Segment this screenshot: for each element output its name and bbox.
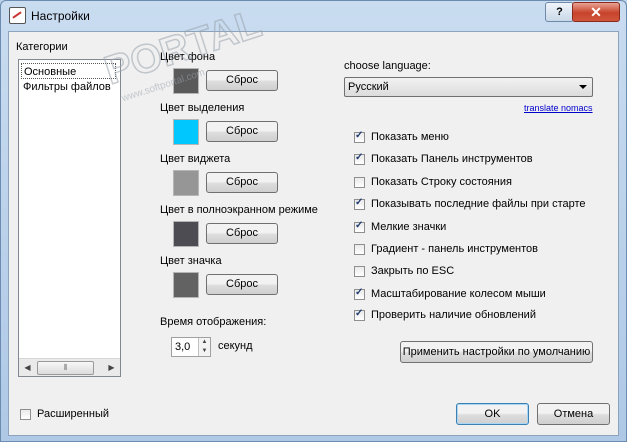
background-color-swatch[interactable]	[173, 68, 199, 94]
spin-down-icon[interactable]: ▼	[198, 347, 210, 356]
dialog-body: Категории Основные Фильтры файлов ◀ ⦀ ▶ …	[8, 31, 619, 436]
widget-color-label: Цвет виджета	[160, 153, 231, 165]
icon-color-swatch[interactable]	[173, 272, 199, 298]
display-time-unit: секунд	[218, 340, 253, 352]
title-bar[interactable]: Настройки ? ✕	[1, 1, 626, 31]
translate-link[interactable]: translate nomacs	[524, 103, 593, 113]
option-label: Показать меню	[371, 131, 449, 143]
chevron-down-icon	[579, 85, 587, 89]
language-label: choose language:	[344, 60, 431, 72]
highlight-color-reset-button[interactable]: Сброс	[206, 121, 278, 142]
background-color-label: Цвет фона	[160, 51, 216, 63]
option-label: Масштабирование колесом мыши	[371, 288, 546, 300]
scroll-right-icon[interactable]: ▶	[104, 360, 119, 375]
checkbox[interactable]	[354, 152, 365, 165]
widget-color-swatch[interactable]	[173, 170, 199, 196]
option-label: Градиент - панель инструментов	[371, 243, 539, 255]
horizontal-scrollbar[interactable]: ◀ ⦀ ▶	[19, 358, 120, 376]
widget-color-reset-button[interactable]: Сброс	[206, 172, 278, 193]
icon-color-reset-button[interactable]: Сброс	[206, 274, 278, 295]
language-select[interactable]: Русский	[344, 77, 593, 97]
checkbox[interactable]	[354, 130, 365, 143]
category-item-file-filters[interactable]: Фильтры файлов	[21, 79, 120, 95]
fullscreen-color-label: Цвет в полноэкранном режиме	[160, 204, 318, 216]
option-label: Проверить наличие обновлений	[371, 309, 536, 321]
display-time-value[interactable]: 3,0	[175, 341, 190, 353]
checkbox[interactable]	[20, 409, 31, 420]
cancel-button[interactable]: Отмена	[537, 403, 610, 425]
checkbox[interactable]	[354, 266, 365, 277]
option-label: Показывать последние файлы при старте	[371, 198, 586, 210]
checkbox[interactable]	[354, 287, 365, 300]
icon-color-label: Цвет значка	[160, 255, 222, 267]
fullscreen-color-swatch[interactable]	[173, 221, 199, 247]
spin-up-icon[interactable]: ▲	[198, 338, 210, 347]
checkbox[interactable]	[354, 220, 365, 233]
settings-window: Настройки ? ✕ Категории Основные Фильтры…	[0, 0, 627, 442]
close-button[interactable]: ✕	[572, 2, 620, 22]
background-color-reset-button[interactable]: Сброс	[206, 70, 278, 91]
display-time-spinbox[interactable]: 3,0 ▲ ▼	[171, 337, 211, 357]
checkbox[interactable]	[354, 244, 365, 255]
ok-button[interactable]: OK	[456, 403, 529, 425]
checkbox[interactable]	[354, 308, 365, 321]
advanced-label: Расширенный	[37, 408, 109, 420]
apply-defaults-button[interactable]: Применить настройки по умолчанию	[400, 341, 593, 363]
language-selected-value: Русский	[348, 81, 389, 93]
fullscreen-color-reset-button[interactable]: Сброс	[206, 223, 278, 244]
option-label: Показать Панель инструментов	[371, 153, 533, 165]
scroll-left-icon[interactable]: ◀	[20, 360, 35, 375]
scroll-thumb[interactable]: ⦀	[37, 361, 94, 375]
categories-list[interactable]: Основные Фильтры файлов ◀ ⦀ ▶	[18, 59, 121, 377]
display-time-label: Время отображения:	[160, 316, 267, 328]
option-label: Мелкие значки	[371, 221, 447, 233]
checkbox[interactable]	[354, 177, 365, 188]
window-title: Настройки	[31, 9, 90, 23]
highlight-color-label: Цвет выделения	[160, 102, 245, 114]
app-icon	[9, 7, 26, 24]
option-label: Показать Строку состояния	[371, 176, 512, 188]
checkbox[interactable]	[354, 197, 365, 210]
categories-heading: Категории	[16, 41, 68, 53]
category-item-general[interactable]: Основные	[21, 63, 116, 79]
option-label: Закрыть по ESC	[371, 265, 455, 277]
help-button[interactable]: ?	[545, 2, 574, 22]
highlight-color-swatch[interactable]	[173, 119, 199, 145]
